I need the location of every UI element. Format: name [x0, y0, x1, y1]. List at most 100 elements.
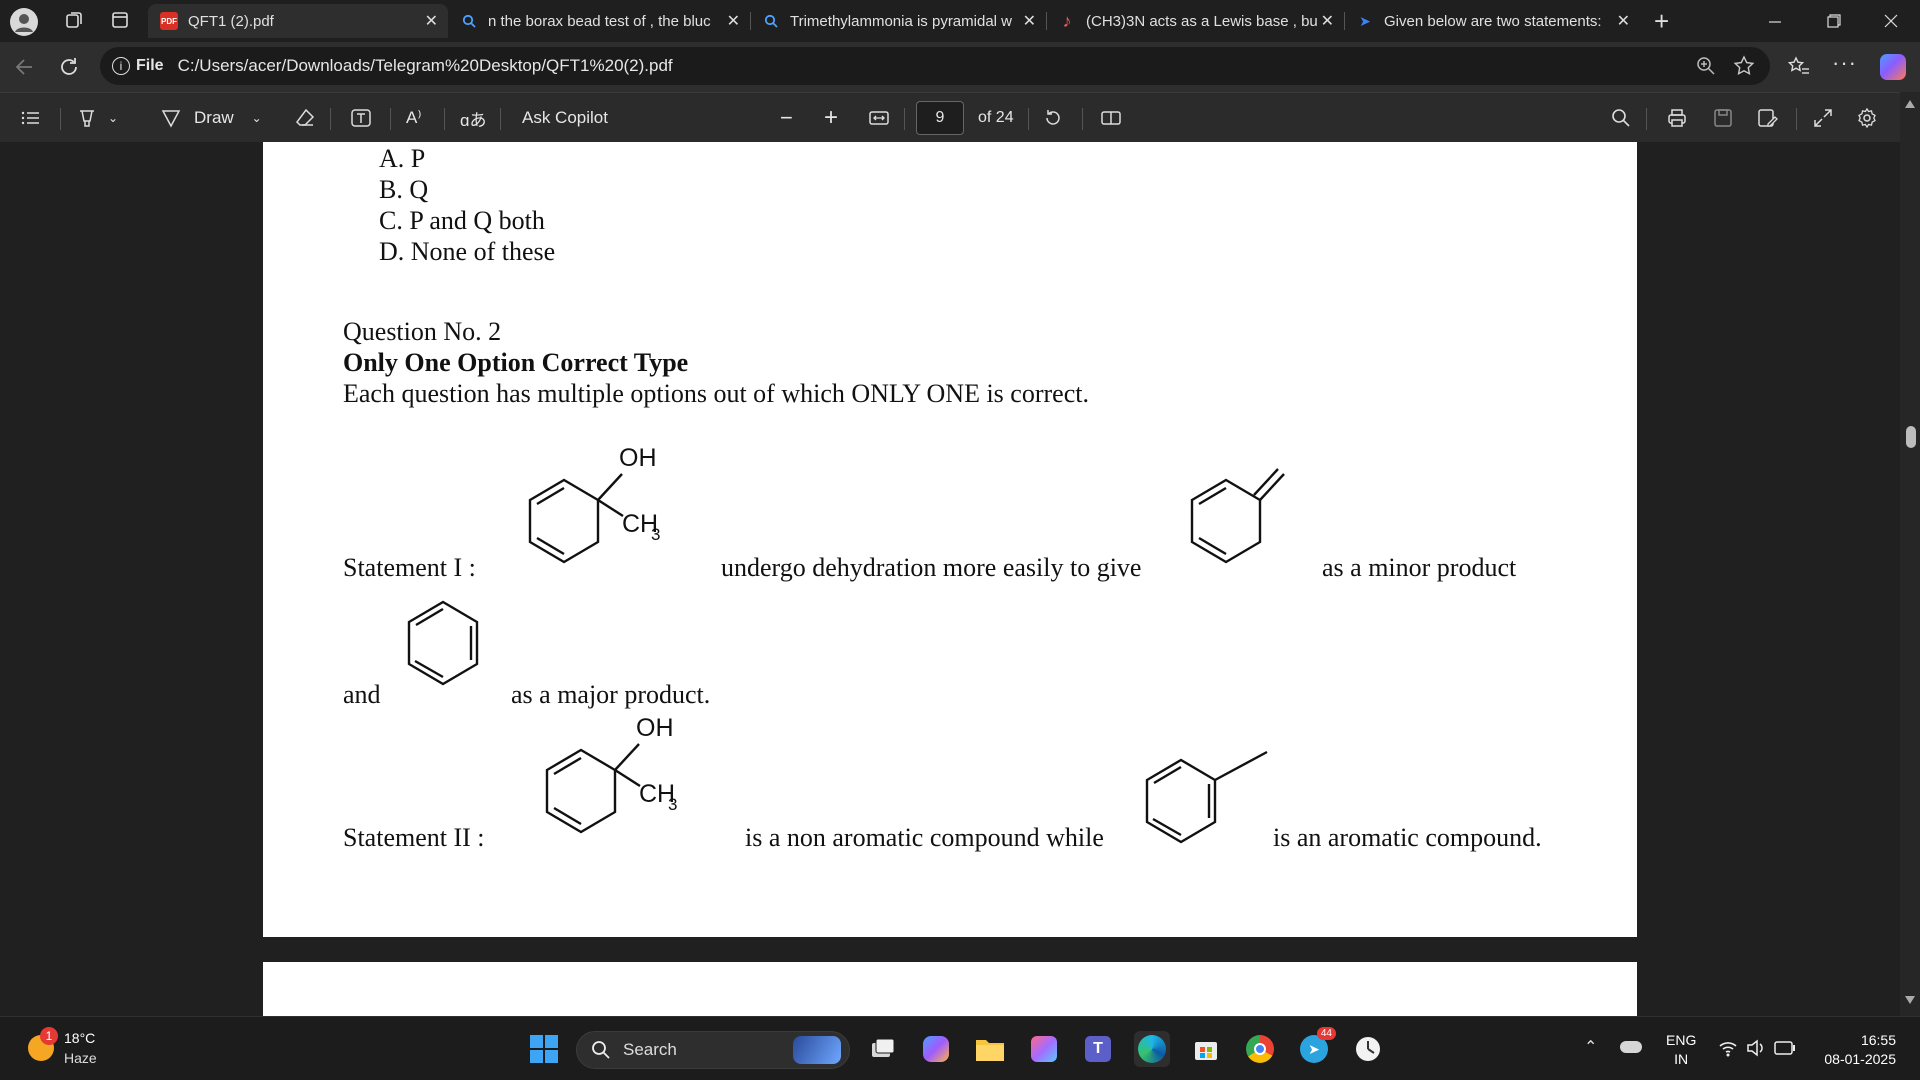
contents-icon[interactable]	[20, 93, 42, 143]
battery-icon[interactable]	[1774, 1041, 1796, 1055]
option-c: C. P and Q both	[379, 206, 545, 235]
store-icon[interactable]	[1188, 1031, 1224, 1067]
lang-top: ENG	[1666, 1032, 1697, 1048]
close-icon[interactable]: ✕	[1617, 11, 1630, 31]
music-note-icon: ♪	[1062, 10, 1072, 31]
benzene-structure	[407, 600, 479, 686]
question-instruction: Each question has multiple options out o…	[343, 379, 1089, 408]
print-icon[interactable]	[1666, 93, 1688, 143]
read-aloud-button[interactable]: A⁾	[406, 93, 422, 143]
page-view-icon[interactable]	[1100, 93, 1122, 143]
refresh-button[interactable]	[56, 54, 82, 80]
ask-copilot-button[interactable]: Ask Copilot	[522, 93, 608, 143]
question-type: Only One Option Correct Type	[343, 348, 689, 377]
workspaces-icon[interactable]	[64, 10, 84, 30]
chevron-down-icon[interactable]: ⌄	[108, 111, 118, 125]
close-window-button[interactable]	[1876, 6, 1906, 36]
clock-app-icon[interactable]	[1350, 1031, 1386, 1067]
methylenecyclohexadiene-structure	[1190, 468, 1285, 564]
search-label: Search	[623, 1040, 677, 1059]
onedrive-icon[interactable]	[1620, 1041, 1642, 1053]
cyclohexadienol-structure: OH CH 3	[528, 444, 660, 564]
tab-pdf[interactable]: PDF QFT1 (2).pdf ✕	[148, 4, 448, 38]
pdf-page: A. P B. Q C. P and Q both D. None of the…	[263, 142, 1637, 937]
cyclohexadienol-structure-2: OH CH 3	[545, 714, 677, 834]
copilot-icon[interactable]	[1880, 54, 1906, 80]
search-icon	[592, 1041, 610, 1059]
tab-borax[interactable]: n the borax bead test of , the bluc ✕	[448, 4, 750, 38]
chevron-up-icon[interactable]: ⌃	[1584, 1037, 1597, 1057]
task-view-icon[interactable]	[864, 1031, 900, 1067]
close-icon[interactable]: ✕	[1023, 11, 1036, 31]
new-tab-button[interactable]: +	[1654, 6, 1669, 37]
pdf-icon: PDF	[160, 12, 178, 30]
page-number-value: 9	[935, 109, 945, 126]
clock-time: 16:55	[1860, 1032, 1896, 1048]
option-d: D. None of these	[379, 237, 556, 266]
favorite-star-icon[interactable]	[1732, 54, 1756, 78]
fit-to-width-icon[interactable]	[868, 93, 890, 143]
favorites-icon[interactable]	[1786, 54, 1812, 80]
statement1-label: Statement I :	[343, 553, 476, 582]
address-bar[interactable]: i File C:/Users/acer/Downloads/Telegram%…	[100, 47, 1770, 85]
save-as-icon[interactable]	[1756, 93, 1778, 143]
rotate-icon[interactable]	[1042, 93, 1064, 143]
scroll-thumb[interactable]	[1906, 426, 1916, 448]
chevron-down-icon[interactable]: ⌄	[252, 111, 262, 125]
vertical-scrollbar[interactable]	[1900, 92, 1920, 1016]
full-screen-icon[interactable]	[1812, 93, 1834, 143]
text-box-icon[interactable]	[350, 93, 372, 143]
close-icon[interactable]: ✕	[425, 11, 438, 31]
draw-button[interactable]: Draw ⌄	[160, 93, 262, 143]
more-menu-button[interactable]: ···	[1832, 50, 1857, 76]
restore-button[interactable]	[1818, 6, 1848, 36]
draw-label: Draw	[194, 108, 234, 127]
tab-lewis-base[interactable]: ♪ (CH3)3N acts as a Lewis base , bu ✕	[1046, 4, 1344, 38]
telegram-icon[interactable]: ➤ 44	[1296, 1027, 1336, 1067]
page-total: of 24	[978, 109, 1014, 126]
url-text[interactable]: C:/Users/acer/Downloads/Telegram%20Deskt…	[178, 56, 673, 76]
chrome-icon[interactable]	[1242, 1031, 1278, 1067]
copilot-app-icon[interactable]	[918, 1031, 954, 1067]
find-icon[interactable]	[1610, 93, 1632, 143]
volume-icon[interactable]	[1746, 1039, 1766, 1057]
profile-avatar[interactable]	[10, 8, 38, 36]
scroll-up-arrow[interactable]	[1905, 100, 1915, 108]
close-icon[interactable]: ✕	[1321, 11, 1334, 31]
photos-app-icon[interactable]	[1026, 1031, 1062, 1067]
close-icon[interactable]: ✕	[727, 11, 740, 31]
statement2-label: Statement II :	[343, 823, 485, 852]
page-number-input[interactable]: 9	[916, 101, 964, 135]
tab-statements[interactable]: ➤ Given below are two statements: ✕	[1344, 4, 1640, 38]
weather-widget[interactable]: 1 18°C Haze	[22, 1027, 142, 1071]
minimize-button[interactable]	[1760, 6, 1790, 36]
back-button[interactable]	[12, 54, 38, 80]
weather-temp: 18°C	[64, 1030, 96, 1046]
zoom-out-button[interactable]: −	[780, 93, 793, 143]
start-button[interactable]	[526, 1031, 562, 1067]
taskbar-search-box[interactable]: Search	[576, 1031, 850, 1069]
tab-actions-icon[interactable]	[110, 10, 130, 30]
scroll-down-arrow[interactable]	[1905, 996, 1915, 1004]
statement2-text1: is a non aromatic compound while	[745, 823, 1104, 852]
highlight-icon[interactable]: ⌄	[76, 93, 118, 143]
clock[interactable]: 16:55 08-01-2025	[1812, 1031, 1896, 1069]
wifi-icon[interactable]	[1718, 1039, 1738, 1057]
translate-label: ɑあ	[460, 110, 487, 130]
edge-browser-icon[interactable]	[1134, 1031, 1170, 1067]
eraser-icon[interactable]	[294, 93, 316, 143]
zoom-icon[interactable]	[1696, 56, 1716, 76]
pdf-viewer[interactable]: A. P B. Q C. P and Q both D. None of the…	[0, 142, 1900, 1016]
search-icon	[762, 12, 780, 30]
tab-trimethyl[interactable]: Trimethylammonia is pyramidal w ✕	[750, 4, 1046, 38]
zoom-in-button[interactable]: +	[824, 93, 838, 143]
tab-title: (CH3)3N acts as a Lewis base , bu	[1086, 12, 1318, 30]
teams-icon[interactable]: T	[1080, 1031, 1116, 1067]
translate-button[interactable]: ɑあ	[460, 93, 486, 143]
svg-text:OH: OH	[636, 714, 674, 742]
save-icon[interactable]	[1712, 93, 1734, 143]
language-indicator[interactable]: ENG IN	[1666, 1031, 1696, 1069]
info-icon[interactable]: i	[112, 57, 130, 75]
settings-gear-icon[interactable]	[1856, 93, 1878, 143]
file-explorer-icon[interactable]	[972, 1031, 1008, 1067]
